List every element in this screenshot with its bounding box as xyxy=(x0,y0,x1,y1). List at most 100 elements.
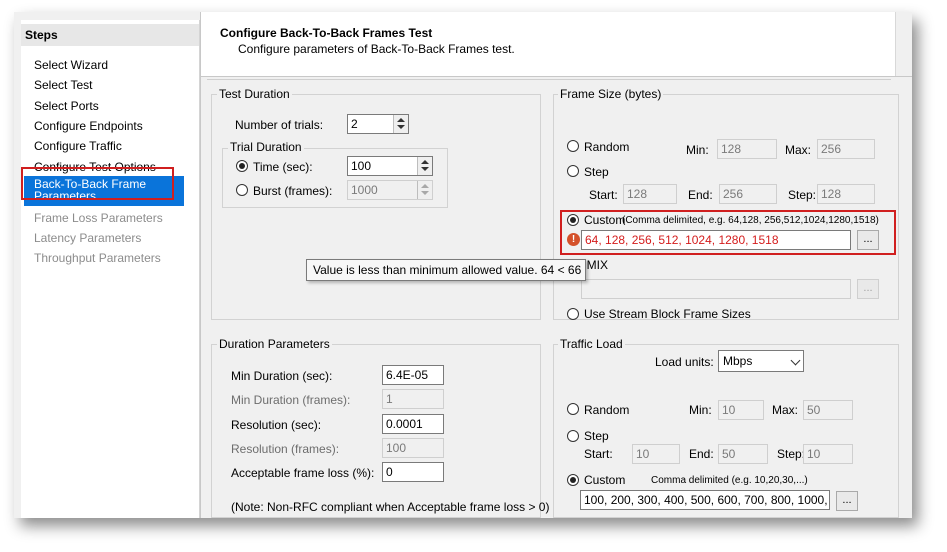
min-duration-sec-field[interactable]: 6.4E-05 xyxy=(382,365,444,385)
trials-label: Number of trials: xyxy=(235,118,324,132)
time-spin-buttons[interactable] xyxy=(417,157,432,175)
burst-value: 1000 xyxy=(351,183,378,197)
trials-spinner[interactable]: 2 xyxy=(347,114,409,134)
resolution-frames-field: 100 xyxy=(382,438,444,458)
page-header: Configure Back-To-Back Frames Test Confi… xyxy=(201,12,912,77)
resolution-sec-field[interactable]: 0.0001 xyxy=(382,414,444,434)
validation-tooltip: Value is less than minimum allowed value… xyxy=(306,259,586,281)
load-custom-radio[interactable] xyxy=(567,474,579,486)
imix-label: iMIX xyxy=(584,258,608,272)
imix-field xyxy=(581,279,851,299)
frame-custom-radio[interactable] xyxy=(567,214,579,226)
min-duration-frames-label: Min Duration (frames): xyxy=(231,393,351,407)
load-random-radio[interactable] xyxy=(567,403,579,415)
frame-end-field: 256 xyxy=(719,184,777,204)
burst-spin-buttons xyxy=(417,181,432,199)
frame-step-label: Step xyxy=(584,165,609,179)
frame-custom-input[interactable]: 64, 128, 256, 512, 1024, 1280, 1518 xyxy=(581,230,851,250)
error-icon: ! xyxy=(567,233,580,246)
spin-up-icon[interactable] xyxy=(397,118,405,122)
step-latency-parameters: Latency Parameters xyxy=(34,231,142,245)
step-configure-endpoints[interactable]: Configure Endpoints xyxy=(34,118,143,134)
load-step-field-label: Step: xyxy=(777,447,806,461)
test-duration-label: Test Duration xyxy=(217,87,292,101)
spin-down-icon[interactable] xyxy=(421,167,429,171)
load-custom-browse-button[interactable]: ... xyxy=(836,491,858,511)
load-min-label: Min: xyxy=(689,403,712,417)
time-value: 100 xyxy=(351,159,372,173)
spin-up-icon[interactable] xyxy=(421,160,429,164)
load-units-dropdown[interactable]: Mbps xyxy=(718,350,804,372)
load-end-field: 50 xyxy=(718,444,768,464)
imix-browse-button: ... xyxy=(857,279,879,299)
load-custom-hint: Comma delimited (e.g. 10,20,30,...) xyxy=(651,475,808,486)
frame-step-radio[interactable] xyxy=(567,165,579,177)
frame-random-label: Random xyxy=(584,140,630,154)
burst-radio[interactable] xyxy=(236,184,248,196)
time-radio[interactable] xyxy=(236,160,248,172)
min-duration-frames-field: 1 xyxy=(382,389,444,409)
trials-value: 2 xyxy=(351,117,358,131)
load-end-label: End: xyxy=(689,447,714,461)
frame-min-label: Min: xyxy=(686,143,709,157)
spin-up-icon xyxy=(421,184,429,188)
resolution-frames-label: Resolution (frames): xyxy=(231,442,340,456)
stream-block-label: Use Stream Block Frame Sizes xyxy=(584,307,751,321)
step-select-test[interactable]: Select Test xyxy=(34,77,92,93)
frame-custom-browse-button[interactable]: ... xyxy=(857,230,879,250)
acceptable-loss-field[interactable]: 0 xyxy=(382,462,444,482)
frame-step-field: 128 xyxy=(817,184,875,204)
load-max-field: 50 xyxy=(803,400,853,420)
load-units-label: Load units: xyxy=(655,355,714,369)
trial-duration-label: Trial Duration xyxy=(228,140,304,154)
frame-min-field: 128 xyxy=(717,139,777,159)
step-frame-loss-parameters: Frame Loss Parameters xyxy=(34,211,163,225)
duration-params-label: Duration Parameters xyxy=(217,337,332,351)
step-configure-traffic[interactable]: Configure Traffic xyxy=(34,138,122,154)
load-min-field: 10 xyxy=(718,400,764,420)
page-subtitle: Configure parameters of Back-To-Back Fra… xyxy=(238,42,515,56)
load-step-radio[interactable] xyxy=(567,430,579,442)
frame-end-label: End: xyxy=(688,188,713,202)
step-throughput-parameters: Throughput Parameters xyxy=(34,251,161,265)
content-area: Test Duration Number of trials: 2 Trial … xyxy=(201,77,912,518)
selected-step-highlight xyxy=(21,167,174,200)
step-select-ports[interactable]: Select Ports xyxy=(34,98,99,114)
load-step-label: Step xyxy=(584,429,609,443)
time-label: Time (sec): xyxy=(253,160,313,174)
frame-custom-hint: (Comma delimited, e.g. 64,128, 256,512,1… xyxy=(622,215,879,226)
load-custom-input[interactable]: 100, 200, 300, 400, 500, 600, 700, 800, … xyxy=(580,490,830,510)
frame-max-label: Max: xyxy=(785,143,812,157)
frame-size-label: Frame Size (bytes) xyxy=(558,87,664,101)
spin-down-icon[interactable] xyxy=(397,125,405,129)
spin-down-icon xyxy=(421,191,429,195)
chevron-down-icon xyxy=(790,355,801,366)
traffic-load-label: Traffic Load xyxy=(558,337,625,351)
trials-spin-buttons[interactable] xyxy=(393,115,408,133)
load-start-label: Start: xyxy=(584,447,613,461)
steps-panel: Steps Select Wizard Select Test Select P… xyxy=(21,20,200,518)
load-custom-label: Custom xyxy=(584,473,626,487)
frame-step-field-label: Step: xyxy=(788,188,817,202)
time-spinner[interactable]: 100 xyxy=(347,156,433,176)
stream-block-radio[interactable] xyxy=(567,308,579,320)
content-divider xyxy=(207,79,891,80)
load-max-label: Max: xyxy=(772,403,799,417)
frame-random-radio[interactable] xyxy=(567,140,579,152)
header-scrollbar[interactable] xyxy=(895,12,912,76)
load-units-value: Mbps xyxy=(723,354,753,368)
frame-custom-label: Custom xyxy=(584,213,626,227)
frame-max-field: 256 xyxy=(817,139,875,159)
frame-start-field: 128 xyxy=(623,184,677,204)
steps-title: Steps xyxy=(21,24,199,46)
load-start-field: 10 xyxy=(632,444,680,464)
step-select-wizard[interactable]: Select Wizard xyxy=(34,57,108,73)
burst-spinner: 1000 xyxy=(347,180,433,200)
min-duration-sec-label: Min Duration (sec): xyxy=(231,369,333,383)
acceptable-loss-label: Acceptable frame loss (%): xyxy=(231,466,375,480)
duration-note: (Note: Non-RFC compliant when Acceptable… xyxy=(231,500,550,514)
burst-label: Burst (frames): xyxy=(253,184,333,198)
load-step-field: 10 xyxy=(803,444,853,464)
frame-start-label: Start: xyxy=(589,188,618,202)
load-random-label: Random xyxy=(584,403,630,417)
